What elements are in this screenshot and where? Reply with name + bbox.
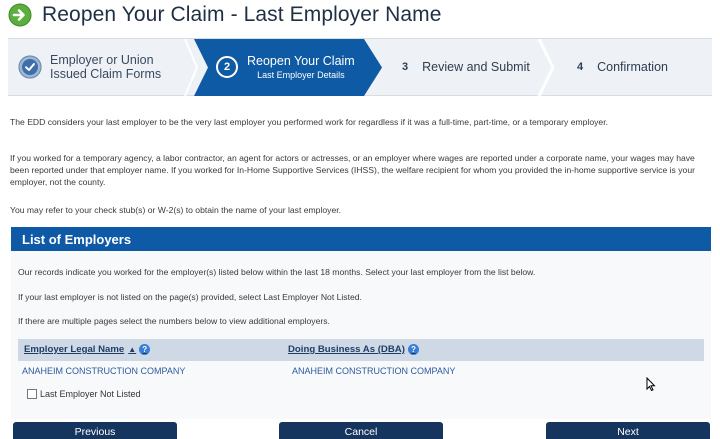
employers-not-listed-text: If your last employer is not listed on t… (18, 292, 362, 302)
next-button[interactable]: Next (546, 422, 710, 439)
step3-label: Review and Submit (422, 60, 530, 74)
employers-pages-text: If there are multiple pages select the n… (18, 316, 330, 326)
step-employer-forms: Employer or Union Issued Claim Forms (18, 39, 193, 95)
title-bar: Reopen Your Claim - Last Employer Name (8, 2, 442, 28)
column-dba-label[interactable]: Doing Business As (DBA) (288, 344, 405, 355)
last-employer-not-listed-option[interactable]: Last Employer Not Listed (27, 389, 141, 399)
employer-dba-link[interactable]: ANAHEIM CONSTRUCTION COMPANY (292, 366, 455, 376)
step1-label-line2: Issued Claim Forms (50, 67, 162, 81)
employers-records-text: Our records indicate you worked for the … (18, 267, 536, 277)
step-review-submit: 3 Review and Submit (398, 39, 548, 95)
step3-number: 3 (402, 61, 409, 73)
previous-button[interactable]: Previous (13, 422, 177, 439)
progress-stepper: Employer or Union Issued Claim Forms 2 R… (8, 38, 712, 96)
completed-check-icon (18, 55, 42, 79)
step-separator (184, 39, 198, 96)
step2-label-main: Reopen Your Claim (247, 53, 355, 68)
employer-legal-name-link[interactable]: ANAHEIM CONSTRUCTION COMPANY (22, 366, 185, 376)
step1-label-line1: Employer or Union (50, 53, 154, 67)
mouse-pointer-icon (646, 377, 656, 391)
step2-number: 2 (216, 56, 238, 78)
step1-label: Employer or Union Issued Claim Forms (50, 53, 161, 81)
last-employer-not-listed-checkbox[interactable] (27, 389, 37, 399)
intro-paragraph-check-stub: You may refer to your check stub(s) or W… (10, 205, 342, 215)
step-reopen-claim-current: 2 Reopen Your Claim Last Employer Detail… (194, 39, 382, 96)
intro-paragraph-last-employer: The EDD considers your last employer to … (10, 117, 608, 127)
employers-table-header: Employer Legal Name ▲ ? Doing Business A… (18, 339, 704, 361)
intro-paragraph-agencies: If you worked for a temporary agency, a … (10, 153, 695, 187)
step2-label: Reopen Your Claim Last Employer Details (247, 54, 355, 81)
help-icon[interactable]: ? (139, 344, 151, 355)
list-of-employers-header: List of Employers (11, 227, 711, 251)
step4-label: Confirmation (597, 60, 668, 74)
page-title: Reopen Your Claim - Last Employer Name (42, 3, 442, 26)
step-confirmation: 4 Confirmation (573, 39, 703, 95)
column-employer-legal-name[interactable]: Employer Legal Name ▲ ? (24, 344, 151, 355)
last-employer-not-listed-label[interactable]: Last Employer Not Listed (40, 389, 141, 399)
sort-ascending-icon[interactable]: ▲ (128, 345, 136, 354)
help-icon[interactable]: ? (407, 344, 419, 355)
column-employer-legal-name-label[interactable]: Employer Legal Name (24, 344, 124, 355)
cancel-button[interactable]: Cancel (279, 422, 443, 439)
reopen-arrow-icon (8, 3, 32, 27)
column-dba[interactable]: Doing Business As (DBA) ? (288, 344, 419, 355)
step2-label-sub: Last Employer Details (257, 69, 345, 80)
step4-number: 4 (577, 61, 584, 73)
